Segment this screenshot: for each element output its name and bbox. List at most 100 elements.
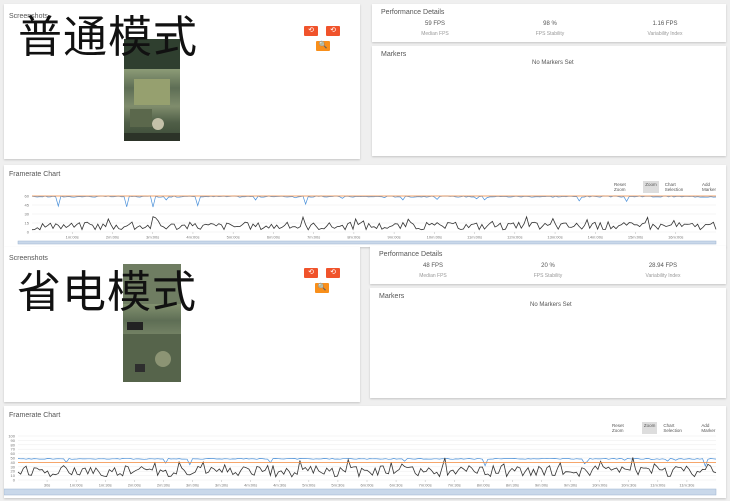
chart-title-1: Framerate Chart	[9, 171, 61, 178]
y-tick-label: 60	[25, 194, 30, 199]
stat-value: 59 FPS	[424, 21, 445, 27]
y-tick-label: 0	[13, 478, 16, 483]
y-tick-label: 30	[11, 464, 16, 469]
framerate-chart-2[interactable]: 0102030405060708090100 30s 1m:00s 1m:30s 2m:…	[4, 434, 726, 496]
chart-navigator	[17, 240, 717, 245]
x-tick-label: 1m:00s	[66, 235, 79, 240]
x-tick-label: 10m:00s	[592, 483, 607, 488]
reset-button-1b[interactable]: ⟲	[326, 26, 340, 36]
x-tick-label: 11m:00s	[467, 235, 482, 240]
stat-label: Median FPS	[421, 31, 449, 37]
y-tick-label: 60	[11, 451, 16, 456]
stat-median-fps-2: 48 FPS Median FPS	[378, 263, 488, 279]
y-tick-label: 50	[11, 456, 16, 461]
x-tick-label: 9m:30s	[564, 483, 577, 488]
x-tick-label: 2m:00s	[106, 235, 119, 240]
x-tick-label: 7m:30s	[448, 483, 461, 488]
y-tick-label: 70	[11, 447, 16, 452]
y-tick-label: 80	[11, 442, 16, 447]
x-tick-label: 1m:30s	[99, 483, 112, 488]
x-tick-label: 11m:30s	[679, 483, 694, 488]
x-tick-label: 7m:00s	[419, 483, 432, 488]
chart-toolbar-2: Reset Zoom Zoom Chart Selection Add Mark…	[610, 422, 726, 434]
x-tick-label: 4m:00s	[244, 483, 257, 488]
series-line-fps	[31, 195, 717, 208]
y-tick-label: 20	[11, 469, 16, 474]
x-tick-label: 2m:30s	[157, 483, 170, 488]
reset-button-2b[interactable]: ⟲	[326, 268, 340, 278]
x-tick-label: 30s	[44, 483, 50, 488]
markers-empty-1: No Markers Set	[532, 60, 574, 66]
stat-median-fps-1: 59 FPS Median FPS	[380, 21, 490, 37]
x-tick-label: 8m:00s	[347, 235, 360, 240]
markers-title-2: Markers	[379, 293, 405, 300]
x-tick-label: 3m:00s	[186, 483, 199, 488]
markers-panel-2: Markers No Markers Set	[370, 288, 726, 398]
stat-value: 28.94 FPS	[648, 263, 678, 269]
y-tick-label: 100	[8, 434, 15, 439]
y-tick-label: 10	[11, 473, 16, 478]
stat-variability-2: 28.94 FPS Variability Index	[608, 263, 718, 279]
zoom-button-2[interactable]: 🔍	[315, 283, 329, 293]
x-tick-label: 3m:30s	[215, 483, 228, 488]
performance-title-1: Performance Details	[381, 9, 445, 16]
framerate-chart-panel-2: Framerate Chart Reset Zoom Zoom Chart Se…	[4, 406, 726, 498]
markers-empty-2: No Markers Set	[530, 302, 572, 308]
stat-label: Variability Index	[645, 273, 681, 279]
reset-button-1a[interactable]: ⟲	[304, 26, 318, 36]
y-tick-label: 0	[27, 230, 30, 235]
mode-label-power-saving: 省电模式	[17, 267, 197, 318]
stat-variability-1: 1.16 FPS Variability Index	[610, 21, 720, 37]
stat-fps-stability-1: 98 % FPS Stability	[495, 21, 605, 37]
x-tick-label: 13m:00s	[547, 235, 562, 240]
x-tick-label: 8m:30s	[506, 483, 519, 488]
screenshots-title-2: Screenshots	[9, 255, 48, 262]
stat-value: 1.16 FPS	[652, 21, 678, 27]
stat-fps-stability-2: 20 % FPS Stability	[493, 263, 603, 279]
x-tick-label: 1m:00s	[70, 483, 83, 488]
chart-selection-button-2[interactable]: Chart Selection	[661, 422, 695, 434]
stat-value: 98 %	[543, 21, 557, 27]
y-tick-label: 15	[25, 221, 30, 226]
x-tick-label: 6m:30s	[390, 483, 403, 488]
y-tick-label: 40	[11, 460, 16, 465]
x-tick-label: 6m:00s	[267, 235, 280, 240]
chart-navigator	[4, 488, 717, 496]
x-tick-label: 8m:00s	[477, 483, 490, 488]
x-tick-label: 4m:00s	[186, 235, 199, 240]
x-tick-label: 6m:00s	[360, 483, 373, 488]
reset-zoom-button-2[interactable]: Reset Zoom	[610, 422, 638, 434]
stat-label: Variability Index	[647, 31, 683, 37]
x-tick-label: 2m:00s	[128, 483, 141, 488]
stat-label: FPS Stability	[535, 31, 565, 37]
y-tick-label: 45	[25, 203, 30, 208]
performance-title-2: Performance Details	[379, 251, 443, 258]
chart-title-2: Framerate Chart	[9, 412, 61, 419]
zoom-button-1[interactable]: 🔍	[316, 41, 330, 51]
x-tick-label: 4m:30s	[273, 483, 286, 488]
x-tick-label: 15m:00s	[628, 235, 643, 240]
x-tick-label: 5m:30s	[331, 483, 344, 488]
x-tick-label: 7m:00s	[307, 235, 320, 240]
markers-title-1: Markers	[381, 51, 407, 58]
framerate-chart-panel-1: Framerate Chart Reset Zoom Zoom Chart Se…	[4, 165, 726, 247]
x-tick-label: 3m:00s	[146, 235, 159, 240]
add-marker-button-2[interactable]: Add Marker	[699, 422, 726, 434]
reset-button-2a[interactable]: ⟲	[304, 268, 318, 278]
framerate-chart-1[interactable]: 0 15 30 45 60 1m:00s 2m:00s 3m:00s 4m:00s 5m:00s 6…	[4, 192, 726, 246]
zoom-mode-button-2[interactable]: Zoom	[641, 422, 658, 434]
x-tick-label: 5m:00s	[302, 483, 315, 488]
x-tick-label: 11m:00s	[650, 483, 665, 488]
series-line-frametime	[17, 457, 717, 478]
x-tick-label: 10m:00s	[427, 235, 442, 240]
stat-value: 48 FPS	[422, 263, 443, 269]
mode-label-normal: 普通模式	[18, 12, 198, 63]
stat-label: Median FPS	[419, 273, 447, 279]
stat-value: 20 %	[541, 263, 555, 269]
performance-panel-1: Performance Details 59 FPS Median FPS 98…	[372, 4, 726, 42]
x-tick-label: 14m:00s	[588, 235, 603, 240]
x-tick-label: 16m:00s	[668, 235, 683, 240]
stat-label: FPS Stability	[533, 273, 563, 279]
x-tick-label: 9m:00s	[388, 235, 401, 240]
y-tick-label: 30	[25, 212, 30, 217]
